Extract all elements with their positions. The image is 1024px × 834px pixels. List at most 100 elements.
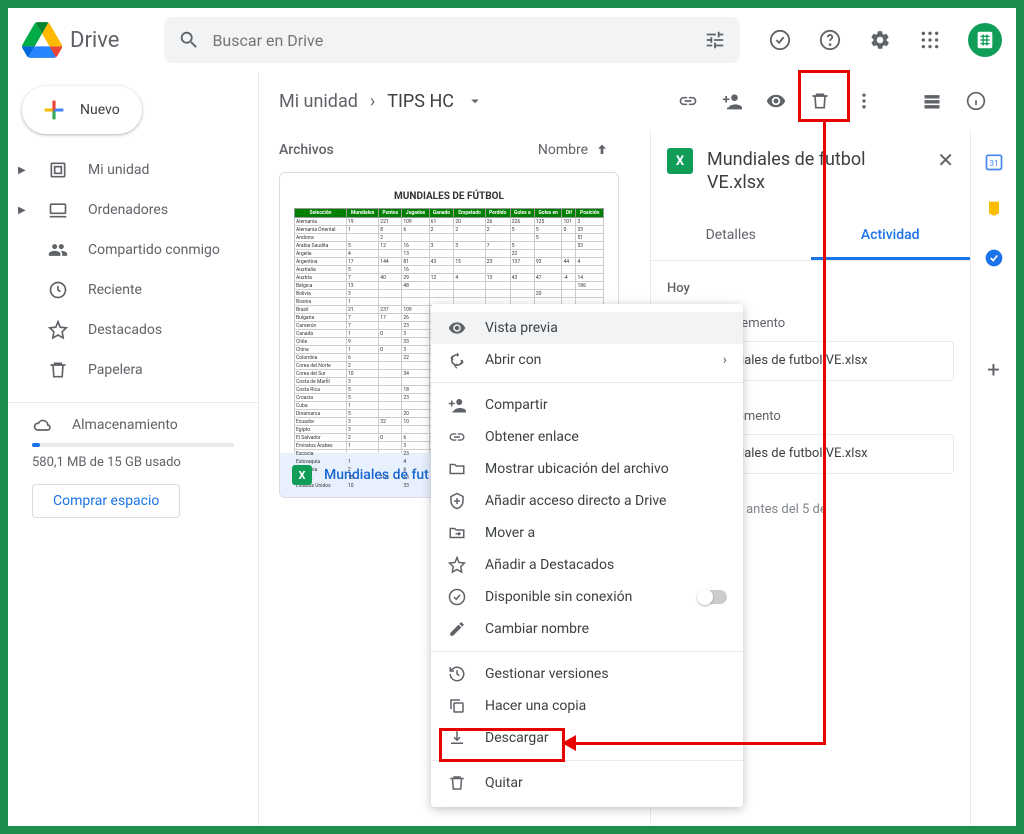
move-icon [447,524,467,542]
breadcrumb: Mi unidad › TIPS HC [279,91,484,112]
star-icon [447,556,467,574]
details-tabs: Detalles Actividad [651,213,970,261]
drive-logo-icon [22,20,62,60]
share-icon [447,396,467,414]
app-name: Drive [70,28,119,53]
drive-item-icon [48,160,68,180]
ctx-make-copy[interactable]: Hacer una copia [431,690,743,722]
eye-icon [447,319,467,337]
keep-icon[interactable] [982,198,1006,222]
nav-recent[interactable]: Reciente [8,270,258,310]
chevron-right-icon: › [370,91,375,112]
shortcut-icon [447,492,467,510]
clock-icon [48,280,68,300]
calendar-icon[interactable]: 31 [982,150,1006,174]
logo[interactable]: Drive [22,20,119,60]
preview-button[interactable] [756,81,796,121]
offline-ready-icon[interactable] [760,20,800,60]
buy-storage-button[interactable]: Comprar espacio [32,484,180,518]
search-bar[interactable] [164,17,740,63]
header: Drive [8,8,1016,72]
ctx-show-location[interactable]: Mostrar ubicación del archivo [431,453,743,485]
nav-shared[interactable]: Compartido conmigo [8,230,258,270]
breadcrumb-root[interactable]: Mi unidad [279,91,358,112]
ctx-get-link[interactable]: Obtener enlace [431,421,743,453]
xlsx-icon: X [292,465,312,485]
share-button[interactable] [712,81,752,121]
storage-label: Almacenamiento [72,417,178,433]
info-button[interactable] [956,81,996,121]
storage-bar [32,443,234,447]
details-title: Mundiales de futbol VE.xlsx [707,148,923,195]
chevron-right-icon: › [723,352,727,368]
svg-text:31: 31 [989,159,998,169]
ctx-add-starred[interactable]: Añadir a Destacados [431,549,743,581]
activity-date: Hoy [667,281,954,296]
side-panel: 31 + [970,130,1016,826]
copy-icon [447,697,467,715]
ctx-share[interactable]: Compartir [431,389,743,421]
offline-toggle[interactable] [697,590,727,604]
download-icon [447,729,467,747]
settings-icon[interactable] [860,20,900,60]
nav-computers[interactable]: ▶Ordenadores [8,190,258,230]
tasks-icon[interactable] [982,246,1006,270]
chevron-down-icon[interactable] [466,92,484,110]
help-icon[interactable] [810,20,850,60]
folder-icon [447,460,467,478]
view-toggle-button[interactable] [912,81,952,121]
ctx-move-to[interactable]: Mover a [431,517,743,549]
ctx-open-with[interactable]: Abrir con› [431,344,743,376]
pencil-icon [447,620,467,638]
search-icon [178,29,200,51]
more-actions-button[interactable] [844,81,884,121]
new-button[interactable]: Nuevo [22,86,142,134]
ctx-rename[interactable]: Cambiar nombre [431,613,743,645]
cloud-icon [32,415,52,435]
sort-control[interactable]: Nombre [538,142,610,158]
breadcrumb-folder[interactable]: TIPS HC [387,91,454,112]
ctx-preview[interactable]: Vista previa [431,312,743,344]
add-panel-icon[interactable]: + [982,358,1006,382]
tab-activity[interactable]: Actividad [811,213,971,260]
ctx-manage-versions[interactable]: Gestionar versiones [431,658,743,690]
arrow-up-icon [594,142,610,158]
chevron-right-icon: ▶ [18,205,28,216]
storage-section: Almacenamiento 580,1 MB de 15 GB usado C… [8,402,258,530]
trash-icon [447,774,467,792]
xlsx-icon: X [667,148,693,174]
search-options-icon[interactable] [704,29,726,51]
people-icon [48,240,68,260]
chevron-right-icon: ▶ [18,165,28,176]
context-menu: Vista previa Abrir con› Compartir Obtene… [431,304,743,807]
toolbar-actions [668,81,996,121]
tab-details[interactable]: Detalles [651,213,811,260]
delete-button[interactable] [800,81,840,121]
close-details-button[interactable]: ✕ [937,148,954,172]
ctx-add-shortcut[interactable]: Añadir acceso directo a Drive [431,485,743,517]
star-icon [48,320,68,340]
search-input[interactable] [212,31,704,50]
open-with-icon [447,351,467,369]
nav-list: ▶Mi unidad ▶Ordenadores Compartido conmi… [8,146,258,394]
apps-icon[interactable] [910,20,950,60]
offline-icon [447,588,467,606]
nav-my-drive[interactable]: ▶Mi unidad [8,150,258,190]
trash-icon [48,360,68,380]
sidebar: Nuevo ▶Mi unidad ▶Ordenadores Compartido… [8,72,258,826]
get-link-button[interactable] [668,81,708,121]
nav-trash[interactable]: Papelera [8,350,258,390]
ctx-download[interactable]: Descargar [431,722,743,754]
computer-icon [48,200,68,220]
account-avatar[interactable] [968,23,1002,57]
ctx-remove[interactable]: Quitar [431,767,743,799]
plus-icon [40,96,68,124]
history-icon [447,665,467,683]
toolbar: Mi unidad › TIPS HC [259,72,1016,130]
link-icon [447,428,467,446]
ctx-offline[interactable]: Disponible sin conexión [431,581,743,613]
storage-usage: 580,1 MB de 15 GB usado [32,455,234,470]
header-actions [760,20,1002,60]
files-label: Archivos [279,142,334,158]
nav-starred[interactable]: Destacados [8,310,258,350]
